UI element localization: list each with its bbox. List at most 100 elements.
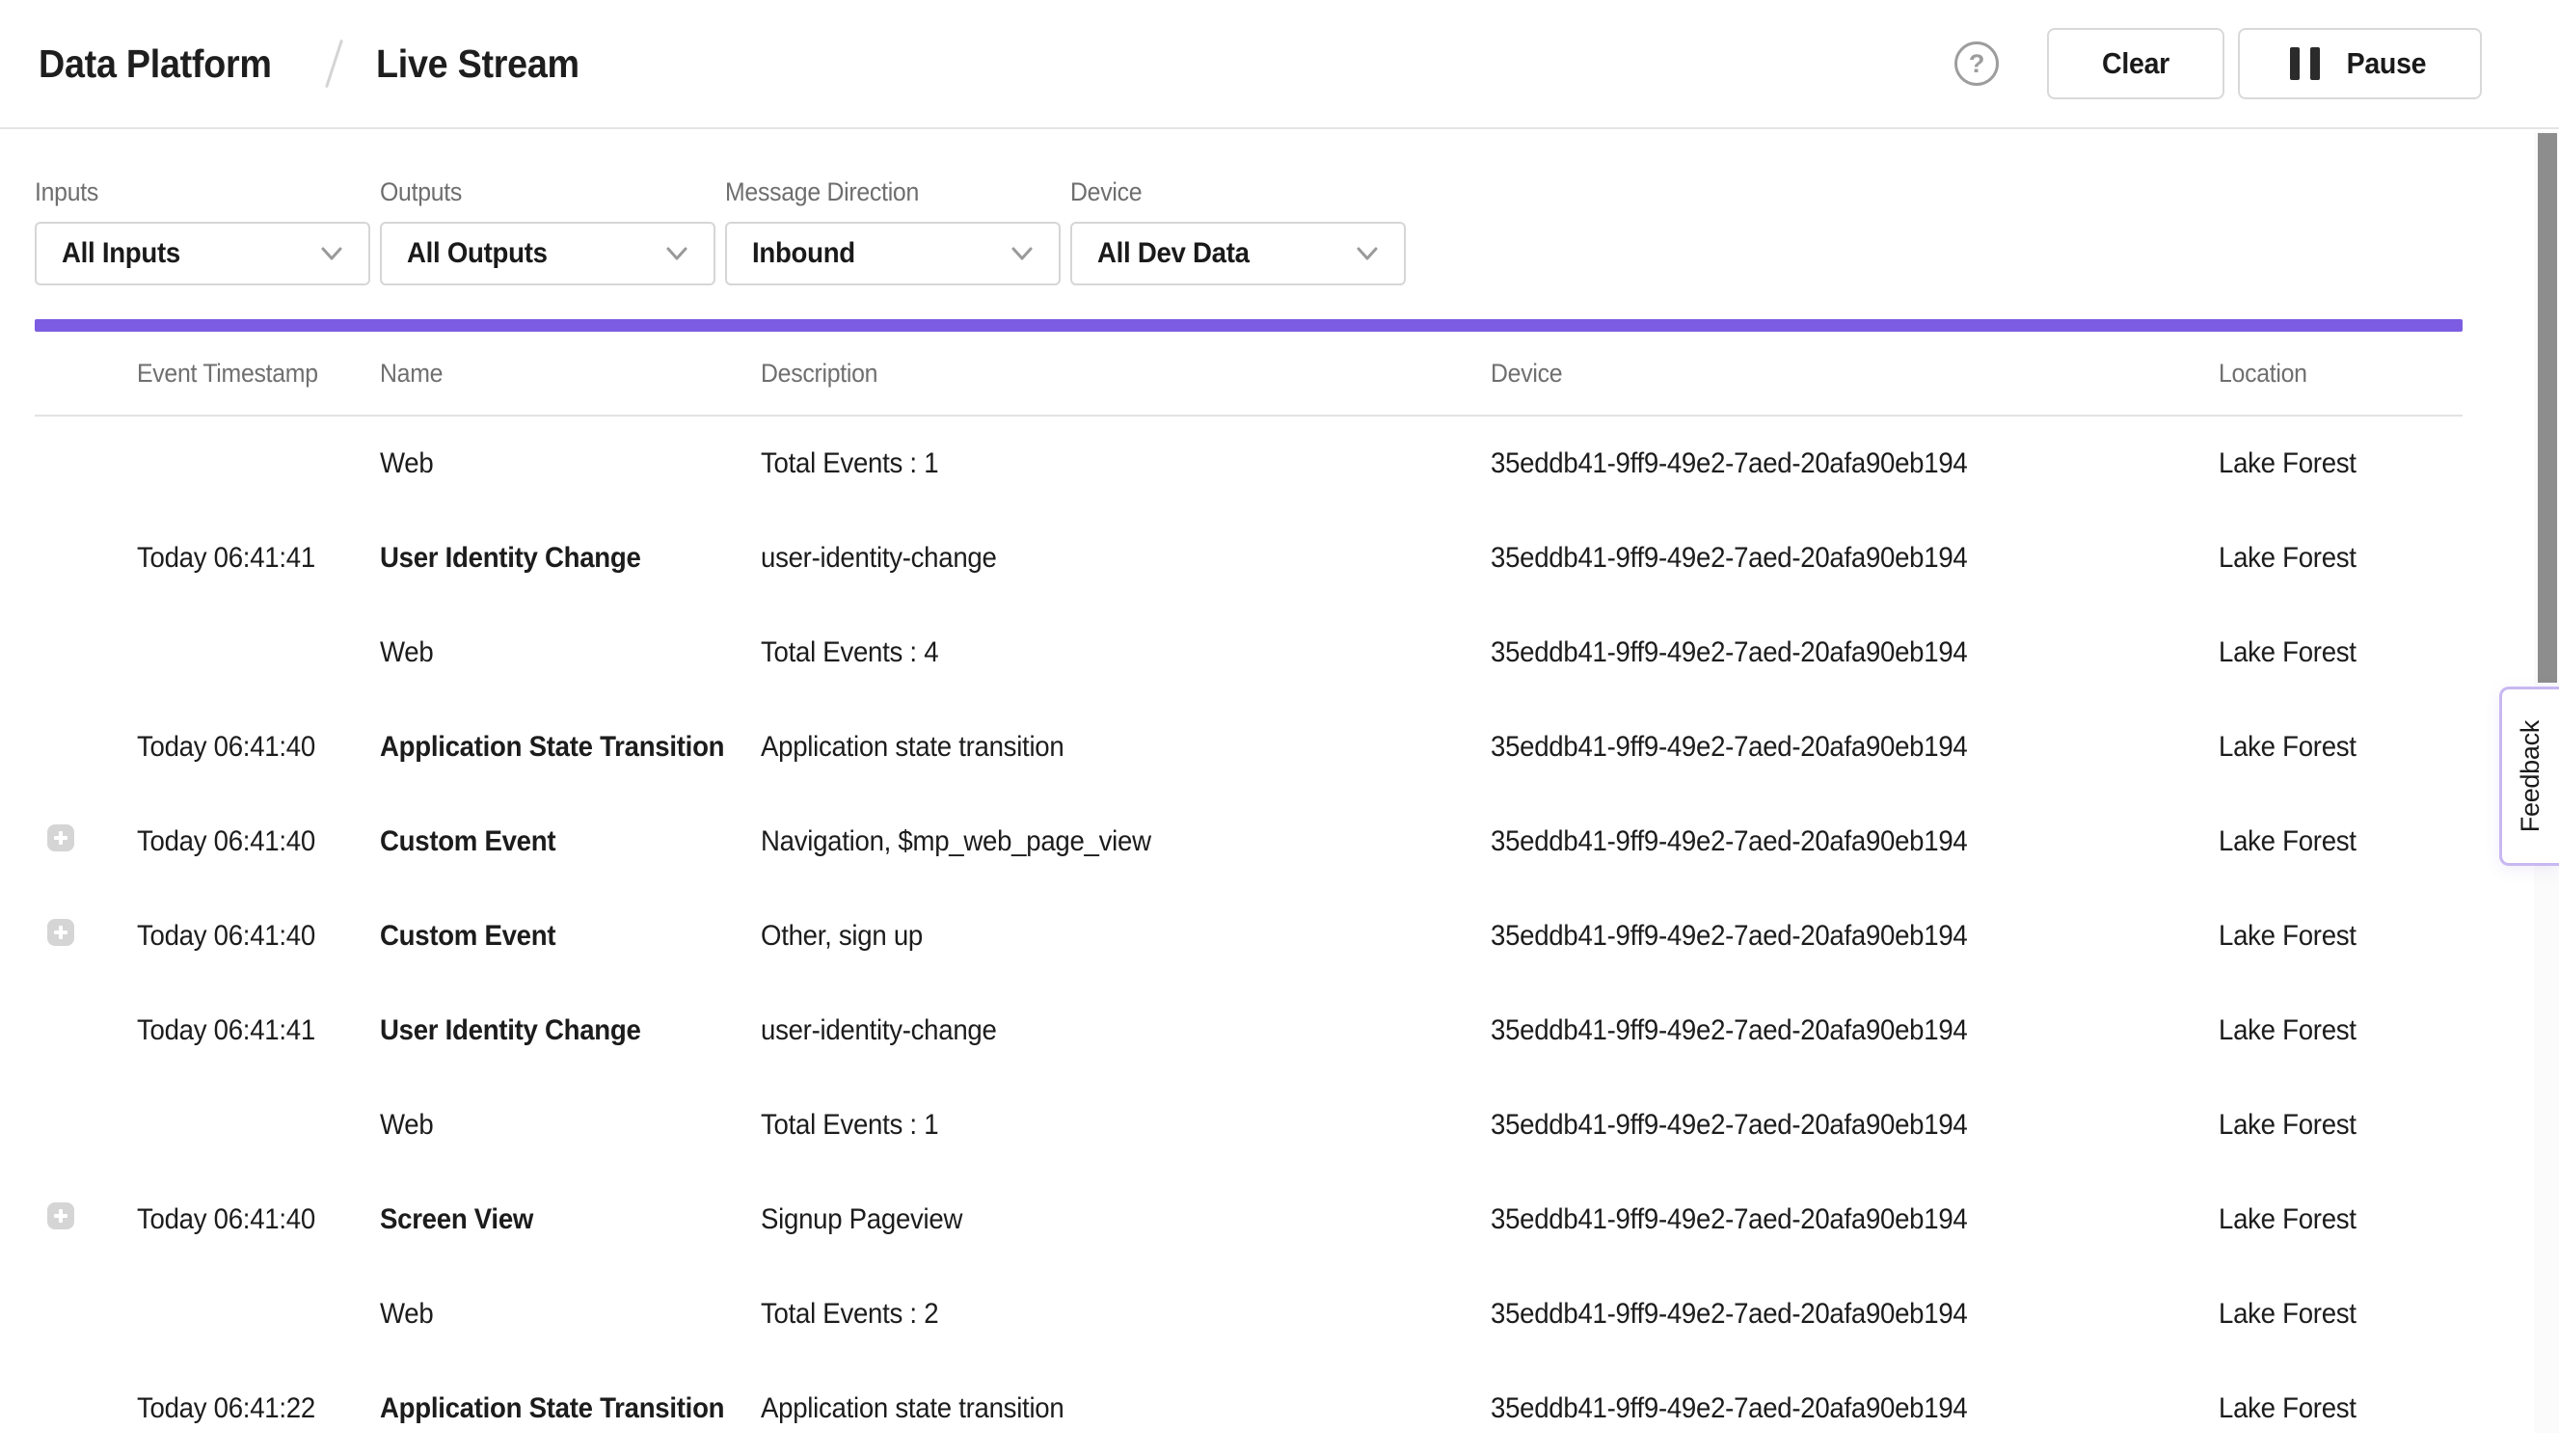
breadcrumb-page: Live Stream (376, 41, 579, 87)
cell-location: Lake Forest (2219, 1109, 2443, 1142)
filter-label: Device (1070, 177, 1142, 207)
filter-message-direction: Message Direction Inbound (725, 177, 1061, 285)
column-header-description: Description (761, 359, 1432, 389)
table-row[interactable]: Web Total Events : 2 35eddb41-9ff9-49e2-… (35, 1267, 2463, 1362)
expand-button[interactable] (47, 919, 74, 946)
cell-description: Other, sign up (761, 920, 1432, 953)
table-row[interactable]: Today 06:41:41 User Identity Change user… (35, 984, 2463, 1078)
column-header-device: Device (1491, 359, 2161, 389)
column-header-name: Name (380, 359, 730, 389)
cell-name: Screen View (380, 1203, 730, 1236)
filter-label: Inputs (35, 177, 98, 207)
table-body: Web Total Events : 1 35eddb41-9ff9-49e2-… (35, 417, 2463, 1456)
filter-select[interactable]: All Inputs (35, 222, 370, 285)
breadcrumb-section[interactable]: Data Platform (39, 41, 272, 87)
cell-description: Signup Pageview (761, 1203, 1432, 1236)
scrollbar-thumb[interactable] (2538, 133, 2557, 683)
chevron-down-icon (1010, 242, 1034, 265)
cell-description: Application state transition (761, 1392, 1432, 1425)
column-header-location: Location (2219, 359, 2443, 389)
chevron-down-icon (1356, 242, 1379, 265)
table-row[interactable]: Today 06:41:41 User Identity Change user… (35, 511, 2463, 606)
filter-selected-value: All Inputs (62, 237, 180, 270)
table-row[interactable]: Web Total Events : 4 35eddb41-9ff9-49e2-… (35, 606, 2463, 700)
cell-timestamp: Today 06:41:22 (137, 1392, 361, 1425)
help-icon[interactable]: ? (1954, 41, 1999, 86)
filter-bar: Inputs All Inputs Outputs All Outputs Me… (35, 177, 2463, 285)
table-row[interactable]: Today 06:41:40 Screen View Signup Pagevi… (35, 1173, 2463, 1267)
table-row[interactable]: Today 06:41:22 Application State Transit… (35, 1362, 2463, 1456)
table-row[interactable]: Today 06:41:40 Custom Event Navigation, … (35, 795, 2463, 889)
cell-description: Application state transition (761, 731, 1432, 764)
cell-description: Total Events : 2 (761, 1298, 1432, 1331)
filter-device: Device All Dev Data (1070, 177, 1406, 285)
filter-inputs: Inputs All Inputs (35, 177, 370, 285)
filter-label: Outputs (380, 177, 462, 207)
cell-name: Web (380, 447, 730, 480)
cell-description: Total Events : 4 (761, 636, 1432, 669)
cell-location: Lake Forest (2219, 542, 2443, 575)
table-row[interactable]: Today 06:41:40 Application State Transit… (35, 700, 2463, 795)
cell-location: Lake Forest (2219, 447, 2443, 480)
cell-device: 35eddb41-9ff9-49e2-7aed-20afa90eb194 (1491, 1014, 2161, 1047)
cell-device: 35eddb41-9ff9-49e2-7aed-20afa90eb194 (1491, 1392, 2161, 1425)
cell-device: 35eddb41-9ff9-49e2-7aed-20afa90eb194 (1491, 1203, 2161, 1236)
breadcrumb-separator-icon (325, 40, 343, 88)
chevron-down-icon (665, 242, 688, 265)
cell-timestamp: Today 06:41:40 (137, 920, 361, 953)
top-bar: Data Platform Live Stream ? Clear Pause (0, 0, 2559, 129)
pause-button-label: Pause (2347, 46, 2427, 81)
cell-name: Web (380, 1109, 730, 1142)
cell-device: 35eddb41-9ff9-49e2-7aed-20afa90eb194 (1491, 636, 2161, 669)
filter-outputs: Outputs All Outputs (380, 177, 715, 285)
cell-location: Lake Forest (2219, 920, 2443, 953)
filter-selected-value: All Dev Data (1097, 237, 1250, 270)
chevron-down-icon (320, 242, 343, 265)
filter-selected-value: All Outputs (407, 237, 548, 270)
header-controls: ? Clear Pause (1954, 28, 2482, 99)
cell-description: user-identity-change (761, 542, 1432, 575)
filter-selected-value: Inbound (752, 237, 855, 270)
cell-location: Lake Forest (2219, 1298, 2443, 1331)
cell-timestamp: Today 06:41:40 (137, 731, 361, 764)
cell-description: Total Events : 1 (761, 447, 1432, 480)
filter-select[interactable]: All Dev Data (1070, 222, 1406, 285)
cell-device: 35eddb41-9ff9-49e2-7aed-20afa90eb194 (1491, 1298, 2161, 1331)
cell-device: 35eddb41-9ff9-49e2-7aed-20afa90eb194 (1491, 542, 2161, 575)
cell-name: Application State Transition (380, 1392, 730, 1425)
filter-label: Message Direction (725, 177, 919, 207)
feedback-tab-label: Feedback (2516, 720, 2546, 832)
cell-description: user-identity-change (761, 1014, 1432, 1047)
cell-timestamp: Today 06:41:41 (137, 542, 361, 575)
clear-button[interactable]: Clear (2047, 28, 2224, 99)
expand-button[interactable] (47, 1202, 74, 1229)
breadcrumb: Data Platform Live Stream (39, 39, 597, 89)
table-row[interactable]: Web Total Events : 1 35eddb41-9ff9-49e2-… (35, 1078, 2463, 1173)
table-header-row: Event Timestamp Name Description Device … (35, 332, 2463, 417)
filter-select[interactable]: All Outputs (380, 222, 715, 285)
clear-button-label: Clear (2102, 46, 2169, 81)
cell-timestamp: Today 06:41:40 (137, 1203, 361, 1236)
cell-description: Total Events : 1 (761, 1109, 1432, 1142)
main-content: Inputs All Inputs Outputs All Outputs Me… (0, 129, 2559, 1456)
feedback-tab[interactable]: Feedback (2499, 687, 2559, 866)
table-row[interactable]: Today 06:41:40 Custom Event Other, sign … (35, 889, 2463, 984)
cell-timestamp: Today 06:41:41 (137, 1014, 361, 1047)
expand-button[interactable] (47, 824, 74, 851)
pause-icon (2290, 47, 2320, 80)
pause-button[interactable]: Pause (2238, 28, 2482, 99)
cell-name: Application State Transition (380, 731, 730, 764)
cell-name: Web (380, 1298, 730, 1331)
cell-location: Lake Forest (2219, 1203, 2443, 1236)
cell-location: Lake Forest (2219, 636, 2443, 669)
column-header-event-timestamp: Event Timestamp (137, 359, 361, 389)
cell-location: Lake Forest (2219, 731, 2443, 764)
cell-device: 35eddb41-9ff9-49e2-7aed-20afa90eb194 (1491, 825, 2161, 858)
cell-name: User Identity Change (380, 1014, 730, 1047)
filter-select[interactable]: Inbound (725, 222, 1061, 285)
cell-name: Custom Event (380, 920, 730, 953)
cell-location: Lake Forest (2219, 1014, 2443, 1047)
cell-device: 35eddb41-9ff9-49e2-7aed-20afa90eb194 (1491, 1109, 2161, 1142)
cell-name: User Identity Change (380, 542, 730, 575)
table-row[interactable]: Web Total Events : 1 35eddb41-9ff9-49e2-… (35, 417, 2463, 511)
